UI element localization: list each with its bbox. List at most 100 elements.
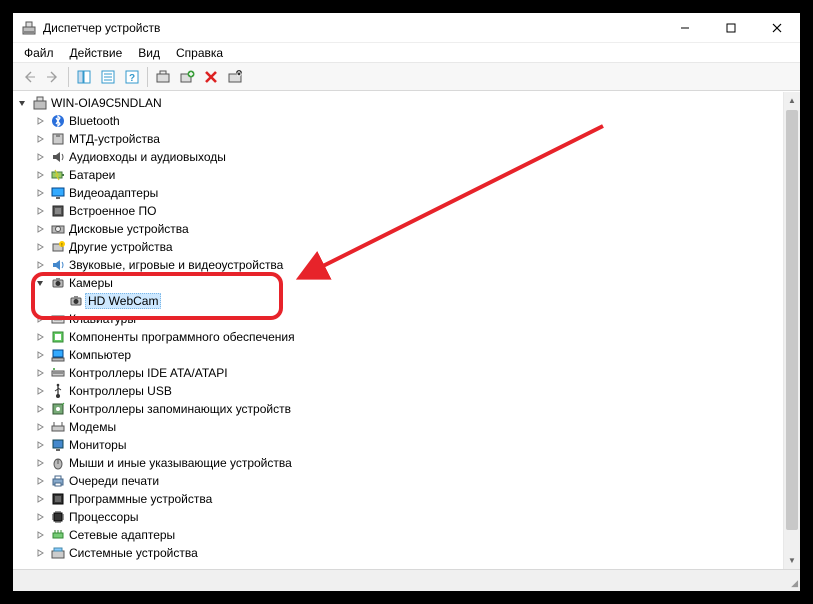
keyboard-icon [50,311,66,327]
twisty-icon[interactable] [17,98,31,108]
tree-item-0[interactable]: Bluetooth [17,112,783,130]
tree-item-6[interactable]: Дисковые устройства [17,220,783,238]
tree-item-label: Клавиатуры [69,312,136,326]
minimize-button[interactable] [662,13,708,43]
twisty-icon[interactable] [35,368,49,378]
device-tree[interactable]: WIN-OIA9C5NDLAN Bluetooth МТД-устройства Ау… [13,92,783,569]
menu-action[interactable]: Действие [63,44,130,62]
scan-hardware-button[interactable] [152,66,174,88]
twisty-icon[interactable] [35,530,49,540]
battery-icon [50,167,66,183]
twisty-icon[interactable] [35,404,49,414]
tree-item-7[interactable]: !Другие устройства [17,238,783,256]
close-button[interactable] [754,13,800,43]
tree-item-19[interactable]: Очереди печати [17,472,783,490]
twisty-icon[interactable] [35,170,49,180]
scroll-thumb[interactable] [786,110,798,530]
tree-item-2[interactable]: Аудиовходы и аудиовыходы [17,148,783,166]
twisty-icon[interactable] [35,224,49,234]
tree-item-label: Батареи [69,168,115,182]
tree-item-9[interactable]: Камеры [17,274,783,292]
window-frame: Диспетчер устройств Файл Действие Вид Сп… [9,9,804,595]
camera-icon [68,293,84,309]
tree-item-23[interactable]: Системные устройства [17,544,783,562]
menu-help[interactable]: Справка [169,44,230,62]
twisty-icon[interactable] [35,314,49,324]
tree-item-label: Bluetooth [69,114,120,128]
progdev-icon [50,491,66,507]
tree-item-9-0[interactable]: HD WebCam [17,292,783,310]
twisty-icon[interactable] [35,116,49,126]
tree-item-label: Программные устройства [69,492,212,506]
tree-item-16[interactable]: Модемы [17,418,783,436]
resize-grip[interactable]: ◢ [784,570,800,591]
tree-item-15[interactable]: Контроллеры запоминающих устройств [17,400,783,418]
tree-item-22[interactable]: Сетевые адаптеры [17,526,783,544]
tree-item-18[interactable]: Мыши и иные указывающие устройства [17,454,783,472]
tree-item-3[interactable]: Батареи [17,166,783,184]
back-button[interactable] [18,66,40,88]
tree-item-14[interactable]: Контроллеры USB [17,382,783,400]
menu-view[interactable]: Вид [131,44,167,62]
system-icon [50,545,66,561]
twisty-icon[interactable] [35,440,49,450]
computer-icon [50,347,66,363]
update-driver-button[interactable] [176,66,198,88]
tree-item-label: Модемы [69,420,116,434]
twisty-icon[interactable] [35,188,49,198]
tree-root[interactable]: WIN-OIA9C5NDLAN [17,94,783,112]
twisty-icon[interactable] [35,350,49,360]
tree-item-12[interactable]: Компьютер [17,346,783,364]
tree-item-label: Процессоры [69,510,139,524]
uninstall-device-button[interactable] [200,66,222,88]
twisty-icon[interactable] [35,260,49,270]
twisty-icon[interactable] [35,422,49,432]
help-button[interactable]: ? [121,66,143,88]
audiogame-icon [50,257,66,273]
tree-item-20[interactable]: Программные устройства [17,490,783,508]
disk-icon [50,221,66,237]
monitor-icon [50,437,66,453]
twisty-icon[interactable] [35,548,49,558]
svg-text:!: ! [61,243,62,249]
app-icon [21,20,37,36]
twisty-icon[interactable] [35,332,49,342]
other-icon: ! [50,239,66,255]
tree-item-8[interactable]: Звуковые, игровые и видеоустройства [17,256,783,274]
twisty-icon[interactable] [35,494,49,504]
forward-button[interactable] [42,66,64,88]
tree-item-21[interactable]: Процессоры [17,508,783,526]
twisty-icon[interactable] [35,476,49,486]
tree-item-label: Аудиовходы и аудиовыходы [69,150,226,164]
menu-file[interactable]: Файл [17,44,61,62]
network-icon [50,527,66,543]
twisty-icon[interactable] [35,386,49,396]
twisty-icon[interactable] [35,206,49,216]
twisty-icon[interactable] [35,278,49,288]
twisty-icon[interactable] [35,458,49,468]
twisty-icon[interactable] [35,152,49,162]
tree-item-13[interactable]: Контроллеры IDE ATA/ATAPI [17,364,783,382]
svg-text:?: ? [129,73,135,84]
tree-item-1[interactable]: МТД-устройства [17,130,783,148]
twisty-icon[interactable] [35,512,49,522]
show-hide-tree-button[interactable] [73,66,95,88]
tree-item-4[interactable]: Видеоадаптеры [17,184,783,202]
twisty-icon[interactable] [35,242,49,252]
tree-item-17[interactable]: Мониторы [17,436,783,454]
scroll-up-icon[interactable]: ▲ [784,92,800,109]
titlebar: Диспетчер устройств [13,13,800,43]
maximize-button[interactable] [708,13,754,43]
storage-icon [50,401,66,417]
mtd-icon [50,131,66,147]
scroll-down-icon[interactable]: ▼ [784,552,800,569]
tree-item-11[interactable]: Компоненты программного обеспечения [17,328,783,346]
properties-button[interactable] [97,66,119,88]
tree-item-label: МТД-устройства [69,132,160,146]
disable-device-button[interactable] [224,66,246,88]
twisty-icon[interactable] [35,134,49,144]
tree-item-label: Компьютер [69,348,131,362]
tree-item-10[interactable]: Клавиатуры [17,310,783,328]
tree-item-5[interactable]: Встроенное ПО [17,202,783,220]
vertical-scrollbar[interactable]: ▲ ▼ [783,92,800,569]
